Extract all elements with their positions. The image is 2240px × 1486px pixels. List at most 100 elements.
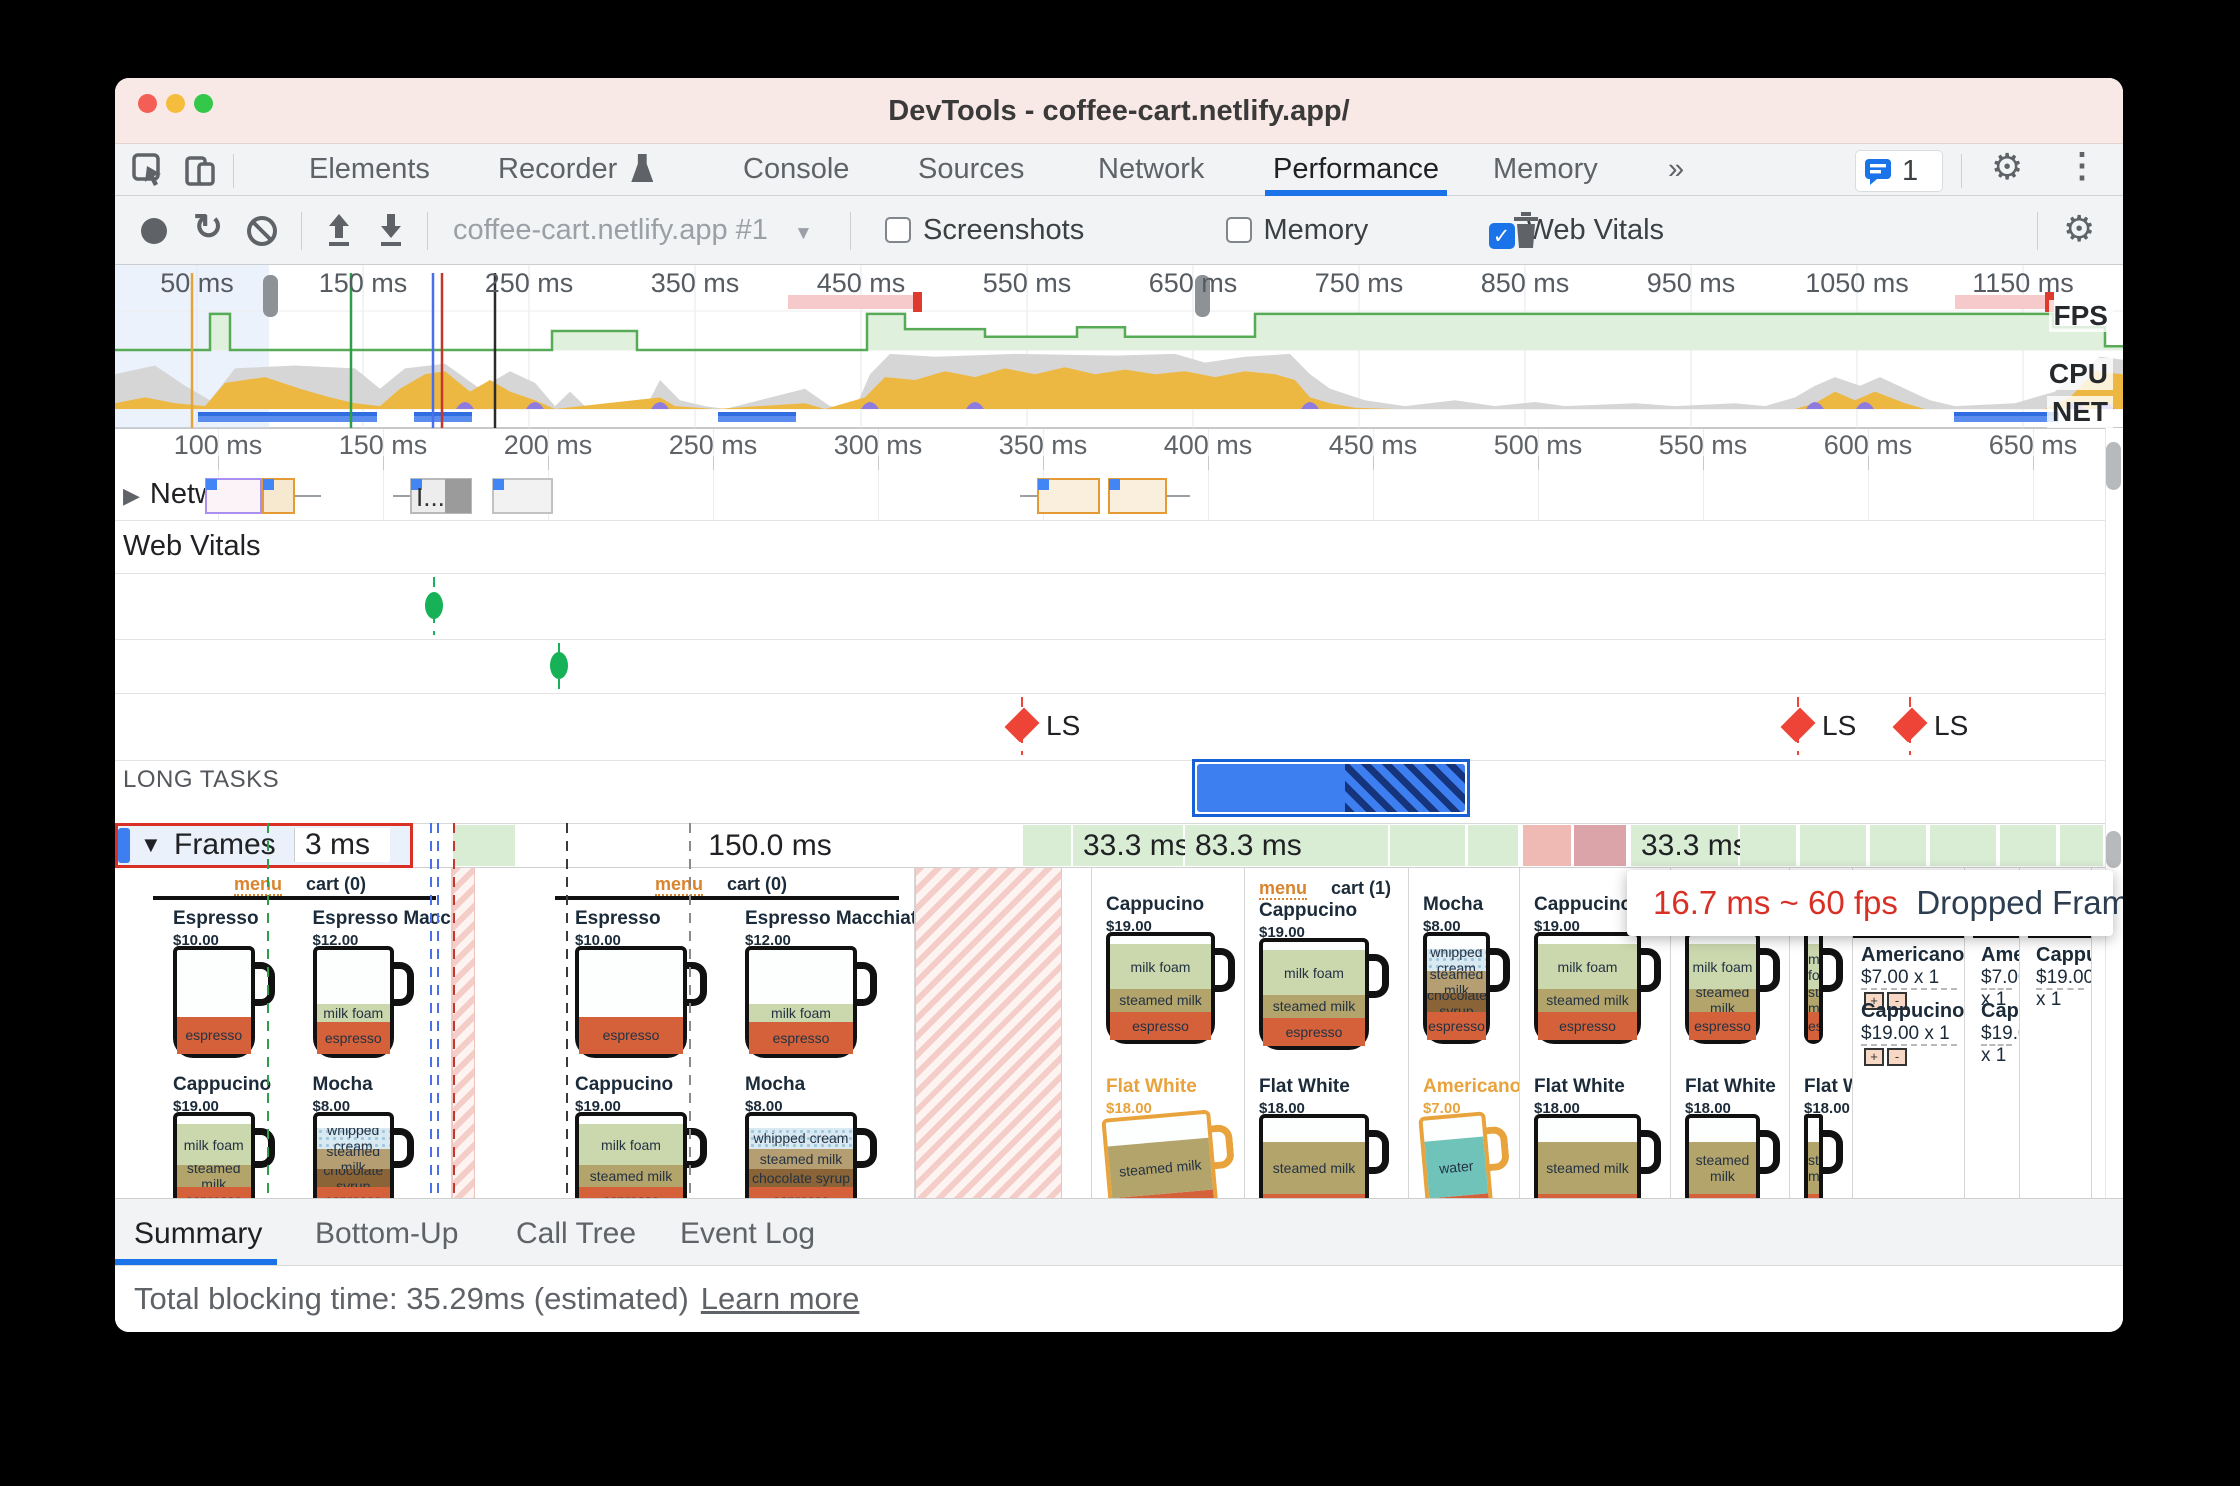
frames-disclosure-icon[interactable]: ▼: [140, 832, 162, 858]
drink-name[interactable]: Flat White: [1534, 1076, 1625, 1098]
issues-button[interactable]: 1: [1855, 150, 1943, 192]
cart-link[interactable]: cart (0): [306, 874, 366, 894]
drink-name[interactable]: Espresso Macchiato: [745, 908, 914, 930]
frame-duration-segment-6[interactable]: [1523, 825, 1573, 866]
network-request-3[interactable]: I...: [410, 478, 472, 514]
frame-duration-segment-7[interactable]: [1574, 825, 1628, 866]
download-profile-icon[interactable]: [373, 212, 409, 255]
frame-duration-segment-4[interactable]: [1390, 825, 1467, 866]
cup-layer-espresso: espresso: [579, 1186, 683, 1198]
filmstrip-frame-sliver[interactable]: [1062, 868, 1092, 1198]
session-selector[interactable]: coffee-cart.netlify.app #1 ▼: [453, 214, 813, 247]
frame-duration-segment-11[interactable]: [1870, 825, 1928, 866]
bottom-tab-event-log[interactable]: Event Log: [680, 1207, 815, 1261]
main-ruler-label-11: 650 ms: [1988, 430, 2078, 460]
tab-sources[interactable]: Sources: [910, 144, 1032, 196]
cup-layer-espresso: espresso: [1689, 1011, 1756, 1040]
frame-duration-segment-10[interactable]: [1800, 825, 1868, 866]
checkbox-screenshots[interactable]: Screenshots: [885, 214, 1084, 247]
learn-more-link[interactable]: Learn more: [701, 1281, 860, 1316]
bottom-tab-bottom-up[interactable]: Bottom-Up: [315, 1207, 458, 1261]
frame-duration-segment-2[interactable]: [1073, 825, 1185, 866]
network-request-5[interactable]: [1037, 478, 1100, 514]
capture-settings-gear-icon[interactable]: ⚙: [2063, 208, 2095, 250]
frame-duration-segment-5[interactable]: [1468, 825, 1520, 866]
memory-checkbox[interactable]: [1225, 217, 1252, 243]
frame-duration-segment-9[interactable]: [1740, 825, 1798, 866]
frame-duration-segment-0[interactable]: [453, 825, 517, 866]
coffee-cup-cappucino: espressosteamed milkmilk foam: [1685, 932, 1780, 1044]
drink-name[interactable]: Americano: [1423, 1076, 1519, 1098]
filmstrip-frame-menu[interactable]: menu cart (0) Espresso $10.00 espresso Cappuc…: [115, 868, 452, 1198]
network-track[interactable]: ▶ Network I...: [115, 470, 2123, 904]
timeline-overview[interactable]: 50 ms 150 ms 250 ms 350 ms 450 ms 550 ms 650 m…: [115, 265, 2123, 428]
cart-link[interactable]: cart (1): [1331, 878, 1391, 898]
layout-shift-marker-1[interactable]: [1004, 707, 1040, 743]
tab-performance[interactable]: Performance: [1265, 144, 1448, 196]
frame-duration-segment-14[interactable]: [2060, 825, 2105, 866]
drink-name[interactable]: Cappucino: [575, 1074, 673, 1096]
tab-recorder[interactable]: Recorder: [490, 144, 661, 196]
bottom-tab-call-tree[interactable]: Call Tree: [516, 1207, 636, 1261]
drink-name[interactable]: Mocha: [745, 1074, 805, 1096]
screenshots-checkbox[interactable]: [885, 217, 911, 243]
drink-name[interactable]: Flat White: [1259, 1076, 1350, 1098]
tab-overflow[interactable]: »: [1660, 144, 1692, 196]
network-request-6[interactable]: [1108, 478, 1167, 514]
settings-gear-icon[interactable]: ⚙: [1991, 146, 2023, 188]
menu-link[interactable]: menu: [655, 874, 704, 896]
vertical-scrollbar-thumb-1[interactable]: [2106, 442, 2121, 490]
drink-name[interactable]: Mocha: [313, 1074, 373, 1096]
vertical-scrollbar-thumb-2[interactable]: [2106, 831, 2121, 868]
filmstrip-frame-menu-scrolled[interactable]: menu cart (1) Cappucino $19.00 espresso steam…: [1245, 868, 1409, 1198]
quantity-minus-button[interactable]: -: [1887, 1048, 1907, 1066]
bottom-tab-summary[interactable]: Summary: [134, 1207, 262, 1261]
menu-link[interactable]: menu: [234, 874, 283, 896]
vitals-marker-fcp[interactable]: [425, 592, 443, 619]
filmstrip-frame-menu-scrolled[interactable]: Mocha $8.00 espresso chocolate syrup steamed…: [1409, 868, 1520, 1198]
drink-name[interactable]: Cappucino: [1259, 900, 1357, 922]
drink-name[interactable]: Cappucino: [1106, 894, 1204, 916]
record-icon[interactable]: [141, 218, 167, 244]
quantity-plus-button[interactable]: +: [1864, 1048, 1884, 1066]
frame-duration-segment-1[interactable]: [1023, 825, 1073, 866]
drink-name[interactable]: Espresso Macchiato: [313, 908, 452, 930]
vitals-marker-lcp[interactable]: [550, 652, 568, 679]
reload-record-icon[interactable]: ↻: [193, 206, 223, 248]
clear-icon[interactable]: [247, 216, 277, 246]
frames-track-header[interactable]: ▼ Frames 3 ms: [115, 823, 413, 868]
disclosure-triangle-icon[interactable]: ▶: [123, 483, 140, 508]
network-request-4[interactable]: [492, 478, 553, 514]
drink-name[interactable]: Espresso: [173, 908, 259, 930]
tab-elements[interactable]: Elements: [301, 144, 438, 196]
frame-duration-segment-8[interactable]: [1631, 825, 1740, 866]
drink-name[interactable]: Mocha: [1423, 894, 1483, 916]
inspect-icon[interactable]: [131, 152, 167, 193]
tab-memory[interactable]: Memory: [1485, 144, 1606, 196]
layout-shift-marker-2[interactable]: [1780, 707, 1816, 743]
trash-icon[interactable]: [1510, 210, 1542, 255]
network-request-2[interactable]: [262, 478, 295, 514]
filmstrip-frame-menu[interactable]: menu cart (0) Espresso $10.00 espresso Cappuc…: [475, 868, 915, 1198]
network-request-1[interactable]: [205, 478, 262, 514]
drink-name[interactable]: Cappucino: [1534, 894, 1632, 916]
filmstrip-frame-menu-scrolled[interactable]: Cappucino$19.00espressosteamed milkmilk …: [1092, 868, 1245, 1198]
tab-console[interactable]: Console: [735, 144, 857, 196]
layout-shift-marker-3[interactable]: [1892, 707, 1928, 743]
upload-profile-icon[interactable]: [321, 212, 357, 255]
frame-duration-segment-12[interactable]: [1930, 825, 1998, 866]
drink-name[interactable]: Flat White: [1685, 1076, 1776, 1098]
long-task-bar-selected[interactable]: [1192, 759, 1470, 817]
drink-name[interactable]: Flat White: [1804, 1076, 1852, 1098]
cart-link[interactable]: cart (0): [727, 874, 787, 894]
tab-network[interactable]: Network: [1090, 144, 1212, 196]
checkbox-memory[interactable]: Memory: [1225, 214, 1368, 247]
drink-name[interactable]: Flat White: [1106, 1076, 1197, 1098]
menu-link[interactable]: menu: [1259, 878, 1308, 900]
device-toolbar-icon[interactable]: [183, 152, 219, 193]
drink-name[interactable]: Espresso: [575, 908, 661, 930]
kebab-menu-icon[interactable]: ⋮: [2065, 146, 2099, 186]
frame-duration-segment-3[interactable]: [1185, 825, 1390, 866]
frame-duration-segment-13[interactable]: [2000, 825, 2058, 866]
drink-name[interactable]: Cappucino: [173, 1074, 271, 1096]
